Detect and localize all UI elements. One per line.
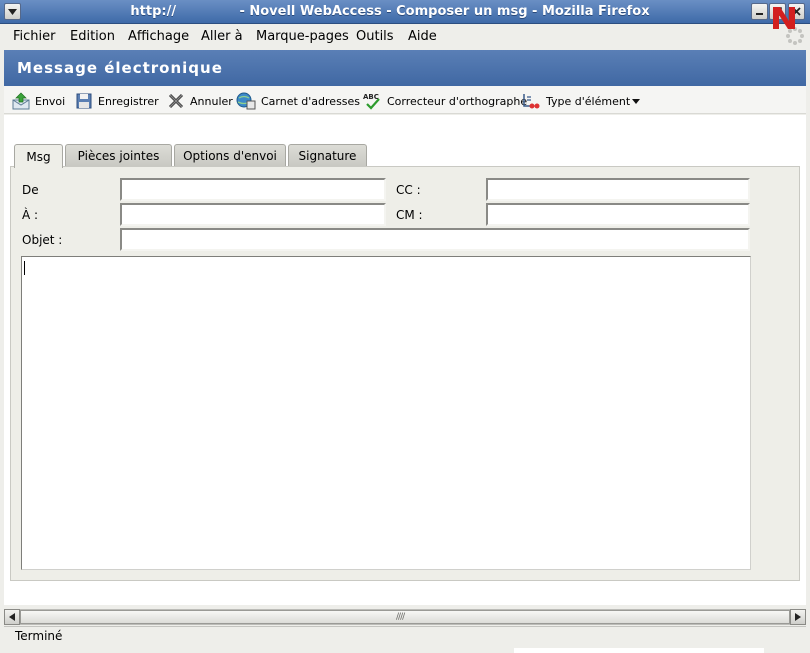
address-book-icon [236, 92, 256, 110]
tab-send-options[interactable]: Options d'envoi [174, 144, 286, 167]
title-bar: http:// - Novell WebAccess - Composer un… [0, 0, 810, 24]
page-title: Message électronique [17, 59, 223, 77]
text-caret [24, 261, 25, 275]
cancel-button[interactable]: Annuler [167, 92, 233, 110]
cc-field[interactable] [486, 178, 750, 201]
menu-aller[interactable]: Aller à [201, 29, 243, 44]
menu-aide[interactable]: Aide [408, 29, 437, 44]
subject-field[interactable] [120, 228, 750, 251]
to-field[interactable] [120, 203, 386, 226]
menu-bar: Fichier Edition Affichage Aller à Marque… [0, 24, 810, 49]
status-bar [4, 626, 806, 649]
menu-fichier[interactable]: Fichier [13, 29, 56, 44]
arrow-left-icon [9, 613, 15, 621]
spell-check-button[interactable]: ABC Correcteur d'orthographe [362, 92, 527, 110]
spell-check-icon: ABC [363, 93, 380, 110]
minimize-button[interactable] [751, 3, 768, 20]
chevron-down-icon [8, 8, 17, 15]
cc-label: CC : [396, 183, 421, 197]
item-type-label: Type d'élément [546, 94, 631, 108]
browser-window: http:// - Novell WebAccess - Composer un… [0, 0, 810, 653]
item-type-icon [523, 94, 540, 109]
chevron-down-icon [632, 98, 641, 104]
address-book-button[interactable]: Carnet d'adresses [236, 92, 360, 110]
grip-icon: //// [396, 612, 405, 622]
bc-label: CM : [396, 208, 423, 222]
send-button[interactable]: Envoi [12, 92, 65, 110]
tab-signature-label: Signature [298, 149, 357, 163]
subject-label: Objet : [22, 233, 63, 247]
tab-send-options-label: Options d'envoi [183, 149, 277, 163]
minimize-icon [756, 13, 763, 15]
tab-attachments[interactable]: Pièces jointes [65, 144, 172, 167]
cancel-label: Annuler [190, 94, 233, 108]
app-header: Message électronique [4, 50, 806, 86]
menu-outils[interactable]: Outils [356, 29, 394, 44]
send-label: Envoi [35, 94, 66, 108]
save-icon [76, 93, 92, 109]
scroll-left-button[interactable] [4, 609, 20, 625]
tab-msg-label: Msg [26, 149, 51, 164]
window-menu-button[interactable] [4, 3, 21, 20]
from-field[interactable] [120, 178, 386, 201]
save-label: Enregistrer [98, 94, 159, 108]
scrollbar-thumb[interactable] [20, 610, 790, 624]
menu-edition[interactable]: Edition [70, 29, 115, 44]
scroll-right-button[interactable] [790, 609, 806, 625]
item-type-dropdown[interactable]: Type d'élément [521, 92, 645, 110]
arrow-right-icon [795, 613, 801, 621]
from-label: De [22, 183, 39, 197]
svg-text:ABC: ABC [363, 93, 379, 101]
novell-logo [773, 7, 795, 29]
tab-msg[interactable]: Msg [14, 144, 63, 168]
address-book-label: Carnet d'adresses [261, 94, 361, 108]
tab-attachments-label: Pièces jointes [77, 149, 160, 163]
bc-field[interactable] [486, 203, 750, 226]
window-title: http:// - Novell WebAccess - Composer un… [130, 4, 650, 19]
save-button[interactable]: Enregistrer [75, 92, 159, 110]
to-label: À : [22, 208, 39, 222]
cancel-icon [168, 93, 184, 109]
message-body-textarea[interactable] [21, 256, 751, 570]
spell-check-label: Correcteur d'orthographe [387, 94, 528, 108]
status-panel [514, 648, 764, 653]
menu-affichage[interactable]: Affichage [128, 29, 189, 44]
menu-marque-pages[interactable]: Marque-pages [256, 29, 349, 44]
send-icon [12, 92, 30, 110]
status-text: Terminé [15, 629, 63, 643]
tab-signature[interactable]: Signature [288, 144, 367, 167]
